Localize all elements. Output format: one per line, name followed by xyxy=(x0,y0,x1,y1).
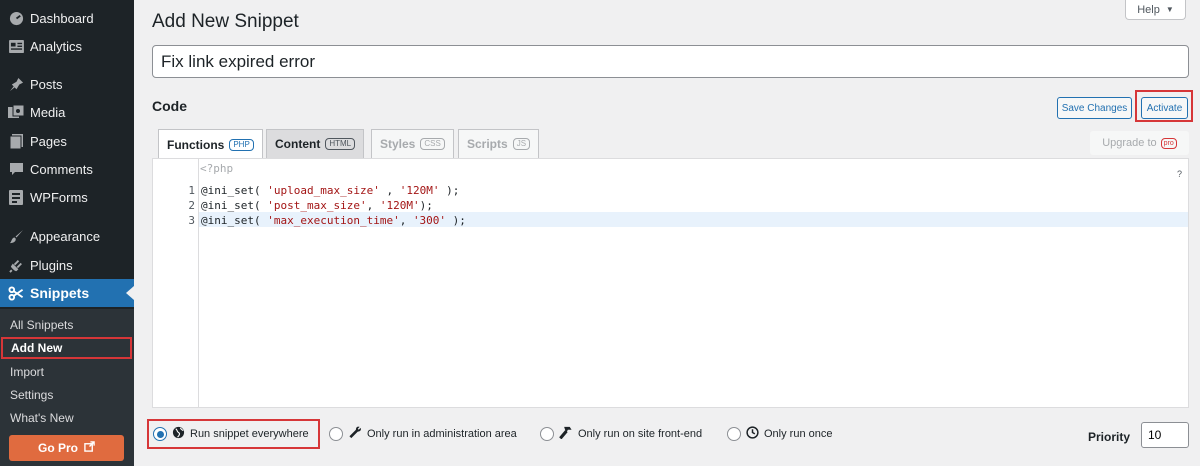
sidebar-item-label: Appearance xyxy=(30,228,101,244)
sidebar-item-label: Comments xyxy=(30,161,93,177)
sidebar-item-appearance[interactable]: Appearance xyxy=(0,222,134,250)
pin-icon xyxy=(8,76,24,92)
upgrade-label: Upgrade to xyxy=(1102,137,1157,149)
globe-icon xyxy=(172,426,185,442)
go-pro-button[interactable]: Go Pro xyxy=(9,435,124,461)
sidebar-item-posts[interactable]: Posts xyxy=(0,70,134,98)
analytics-icon xyxy=(8,38,24,54)
wrench-icon xyxy=(348,426,362,442)
tab-tag: CSS xyxy=(420,138,445,150)
tab-tag: PHP xyxy=(229,138,254,151)
tab-functions[interactable]: Functions PHP xyxy=(158,129,263,159)
code-editor[interactable]: <?php ? 1 2 3 @ini_set( 'upload_max_size… xyxy=(152,158,1189,408)
tab-label: Content xyxy=(275,137,321,151)
submenu-import[interactable]: Import xyxy=(0,361,134,383)
tab-content[interactable]: Content HTML xyxy=(266,129,365,158)
activate-highlight-frame xyxy=(1135,90,1193,122)
forms-icon xyxy=(8,189,24,205)
sidebar-item-label: Pages xyxy=(30,133,67,149)
tab-label: Scripts xyxy=(467,137,508,151)
plug-icon xyxy=(8,257,24,273)
sidebar-item-label: Plugins xyxy=(30,257,73,273)
tab-tag: JS xyxy=(512,138,531,150)
line-number: 2 xyxy=(188,199,195,212)
sidebar-item-label: Analytics xyxy=(30,38,83,54)
pro-badge: pro xyxy=(1160,137,1177,149)
snippet-title-input[interactable] xyxy=(152,45,1189,78)
sidebar-item-label: Posts xyxy=(30,76,63,92)
page-title: Add New Snippet xyxy=(152,11,299,32)
scope-label: Only run on site front-end xyxy=(578,428,703,440)
scope-admin-option[interactable]: Only run in administration area xyxy=(329,426,517,442)
media-icon xyxy=(8,104,24,120)
sidebar-item-media[interactable]: Media xyxy=(0,98,134,126)
comment-icon xyxy=(8,161,24,177)
submenu-settings[interactable]: Settings xyxy=(0,384,134,406)
save-changes-button[interactable]: Save Changes xyxy=(1057,97,1132,119)
submenu-whats-new[interactable]: What's New xyxy=(0,407,134,429)
admin-sidebar: Dashboard Analytics Posts Media Pages Co… xyxy=(0,0,134,466)
line-number: 3 xyxy=(188,214,195,227)
brush-icon xyxy=(8,228,24,244)
sidebar-item-label: WPForms xyxy=(30,189,88,205)
sidebar-item-label: Dashboard xyxy=(30,10,94,26)
code-section-label: Code xyxy=(152,98,187,114)
external-link-icon xyxy=(84,441,95,455)
sidebar-item-label: Media xyxy=(30,104,66,120)
editor-help-mark[interactable]: ? xyxy=(1177,169,1182,179)
scissors-icon xyxy=(8,285,24,301)
priority-input[interactable] xyxy=(1141,422,1189,448)
sidebar-item-label: Snippets xyxy=(30,285,90,301)
submenu-add-new[interactable]: Add New xyxy=(1,337,132,359)
upgrade-to-pro-button[interactable]: Upgrade to pro xyxy=(1090,131,1189,155)
tab-scripts[interactable]: Scripts JS xyxy=(458,129,540,158)
tab-label: Styles xyxy=(380,137,416,151)
dashboard-icon xyxy=(8,10,24,26)
sidebar-item-plugins[interactable]: Plugins xyxy=(0,251,134,279)
sidebar-item-wpforms[interactable]: WPForms xyxy=(0,183,134,211)
scope-label: Only run in administration area xyxy=(367,428,517,440)
help-label: Help xyxy=(1137,3,1160,16)
scope-radio[interactable] xyxy=(540,427,554,441)
priority-label: Priority xyxy=(1088,430,1131,444)
scope-once-option[interactable]: Only run once xyxy=(727,426,832,442)
hammer-icon xyxy=(559,426,573,442)
sidebar-item-pages[interactable]: Pages xyxy=(0,127,134,155)
code-line-2: @ini_set( 'post_max_size', '120M'); xyxy=(201,199,433,212)
sidebar-item-comments[interactable]: Comments xyxy=(0,155,134,183)
go-pro-label: Go Pro xyxy=(37,441,78,455)
clock-icon xyxy=(746,426,759,442)
pages-icon xyxy=(8,133,24,149)
submenu-all-snippets[interactable]: All Snippets xyxy=(0,314,134,336)
php-open-tag: <?php xyxy=(200,162,234,175)
sidebar-item-snippets[interactable]: Snippets xyxy=(0,279,134,307)
code-line-1: @ini_set( 'upload_max_size' , '120M' ); xyxy=(201,184,460,197)
scope-everywhere-option[interactable]: Run snippet everywhere xyxy=(153,426,309,442)
sidebar-item-dashboard[interactable]: Dashboard xyxy=(0,4,134,32)
tab-label: Functions xyxy=(167,137,225,152)
scope-radio[interactable] xyxy=(727,427,741,441)
caret-down-icon: ▼ xyxy=(1165,5,1174,14)
scope-radio[interactable] xyxy=(153,427,167,441)
scope-label: Only run once xyxy=(764,428,833,440)
code-line-3: @ini_set( 'max_execution_time', '300' ); xyxy=(201,214,466,227)
scope-radio[interactable] xyxy=(329,427,343,441)
scope-frontend-option[interactable]: Only run on site front-end xyxy=(540,426,702,442)
tab-tag: HTML xyxy=(325,138,356,150)
help-tab[interactable]: Help ▼ xyxy=(1125,0,1186,20)
sidebar-item-analytics[interactable]: Analytics xyxy=(0,32,134,60)
scope-label: Run snippet everywhere xyxy=(190,428,309,440)
line-number: 1 xyxy=(188,184,195,197)
tab-styles[interactable]: Styles CSS xyxy=(371,129,454,158)
